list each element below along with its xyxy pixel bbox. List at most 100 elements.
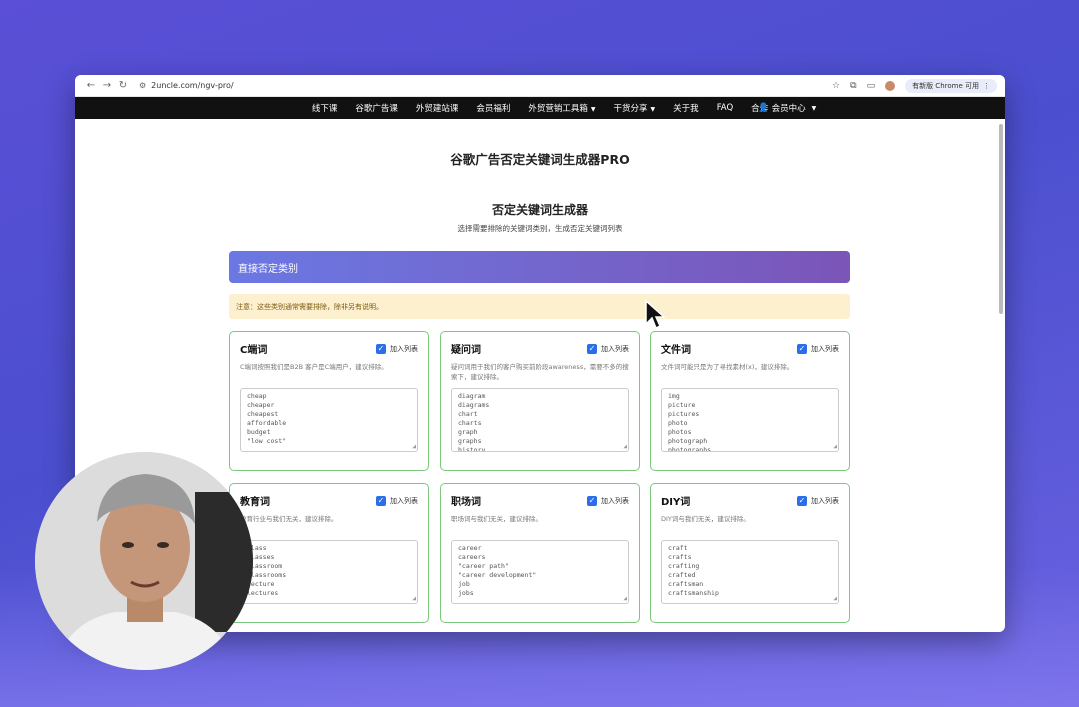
- resize-handle-icon[interactable]: ◢: [412, 594, 416, 603]
- generator-title: 否定关键词生成器: [491, 203, 588, 217]
- add-to-list-label: 加入列表: [390, 496, 418, 505]
- bookmark-star-icon[interactable]: ☆: [832, 81, 840, 91]
- forward-icon[interactable]: →: [99, 80, 115, 91]
- keywords-textarea[interactable]: cheap cheaper cheapest affordable budget…: [240, 388, 418, 452]
- mouse-cursor-icon: [645, 300, 665, 330]
- category-card-c-end: C端词 ✓ 加入列表 C端词按照我们是B2B 客户是C端用户，建议排除。 che…: [229, 331, 429, 471]
- keyword-line: classroom: [247, 562, 283, 570]
- keyword-line: craftsman: [668, 580, 704, 588]
- keyword-line: photographs: [668, 446, 712, 452]
- keyword-line: lecture: [247, 580, 275, 588]
- add-to-list-checkbox[interactable]: ✓ 加入列表: [376, 495, 418, 506]
- card-title: C端词: [240, 345, 268, 356]
- keyword-line: lectures: [247, 589, 279, 597]
- keywords-textarea[interactable]: career careers "career path" "career dev…: [451, 540, 629, 604]
- category-card-education: 教育词 ✓ 加入列表 教育行业与我们无关，建议排除。 class classes…: [229, 483, 429, 623]
- extensions-icon[interactable]: ⧉: [850, 81, 856, 91]
- keyword-line: photograph: [668, 437, 708, 445]
- keyword-line: class: [247, 544, 267, 552]
- add-to-list-label: 加入列表: [390, 344, 418, 353]
- profile-avatar[interactable]: [885, 80, 896, 91]
- keyword-line: crafted: [668, 571, 696, 579]
- nav-item-about[interactable]: 关于我: [673, 102, 699, 114]
- keyword-line: classes: [247, 553, 275, 561]
- keyword-line: cheaper: [247, 401, 275, 409]
- nav-item-site-building[interactable]: 外贸建站课: [416, 102, 459, 114]
- back-icon[interactable]: ←: [83, 80, 99, 91]
- keyword-line: picture: [668, 401, 696, 409]
- caret-down-icon: ▼: [590, 106, 596, 113]
- resize-handle-icon[interactable]: ◢: [623, 442, 627, 451]
- keyword-line: chart: [458, 410, 478, 418]
- add-to-list-checkbox[interactable]: ✓ 加入列表: [587, 343, 629, 354]
- sidepanel-icon[interactable]: ▭: [867, 81, 876, 91]
- keyword-line: diagram: [458, 392, 486, 400]
- keyword-line: pictures: [668, 410, 700, 418]
- keyword-line: crafting: [668, 562, 700, 570]
- card-title: 教育词: [240, 497, 270, 508]
- nav-item-toolbox-label: 外贸营销工具箱: [528, 104, 588, 114]
- card-title: DIY词: [661, 497, 691, 508]
- page-title: 谷歌广告否定关键词生成器PRO: [450, 152, 630, 167]
- member-center-menu[interactable]: 👤 会员中心 ▼: [758, 102, 816, 114]
- nav-item-toolbox[interactable]: 外贸营销工具箱 ▼: [528, 102, 595, 114]
- kebab-menu-icon: ⋮: [983, 81, 990, 90]
- keywords-textarea[interactable]: craft crafts crafting crafted craftsman …: [661, 540, 839, 604]
- keywords-textarea[interactable]: diagram diagrams chart charts graph grap…: [451, 388, 629, 452]
- address-bar[interactable]: ⚙ 2uncle.com/ngv-pro/: [139, 81, 832, 90]
- checkmark-icon: ✓: [376, 343, 386, 354]
- keyword-line: photo: [668, 419, 688, 427]
- add-to-list-checkbox[interactable]: ✓ 加入列表: [587, 495, 629, 506]
- keyword-line: career: [458, 544, 482, 552]
- reload-icon[interactable]: ↻: [115, 80, 131, 91]
- category-card-file: 文件词 ✓ 加入列表 文件词可能只是为了寻找素材(x)，建议排除。 img pi…: [650, 331, 850, 471]
- category-header-label: 直接否定类别: [238, 263, 298, 275]
- add-to-list-label: 加入列表: [601, 496, 629, 505]
- card-description: C端词按照我们是B2B 客户是C端用户，建议排除。: [240, 363, 388, 371]
- nav-item-articles[interactable]: 干货分享 ▼: [614, 102, 656, 114]
- resize-handle-icon[interactable]: ◢: [412, 442, 416, 451]
- nav-item-google-ads[interactable]: 谷歌广告课: [355, 102, 398, 114]
- card-description: DIY词与我们无关，建议排除。: [661, 515, 750, 523]
- keyword-line: affordable: [247, 419, 287, 427]
- keyword-line: classrooms: [247, 571, 287, 579]
- add-to-list-checkbox[interactable]: ✓ 加入列表: [376, 343, 418, 354]
- keywords-textarea[interactable]: img picture pictures photo photos photog…: [661, 388, 839, 452]
- checkmark-icon: ✓: [587, 343, 597, 354]
- keyword-line: charts: [458, 419, 482, 427]
- update-chrome-chip[interactable]: 有新版 Chrome 可用 ⋮: [905, 78, 997, 93]
- keyword-line: careers: [458, 553, 486, 561]
- category-card-career: 职场词 ✓ 加入列表 职场词与我们无关，建议排除。 career careers…: [440, 483, 640, 623]
- card-description: 职场词与我们无关，建议排除。: [451, 515, 542, 523]
- keyword-line: crafts: [668, 553, 692, 561]
- notice-banner: 注意：这些类别通常需要排除，除非另有说明。: [229, 294, 850, 319]
- keyword-line: job: [458, 580, 470, 588]
- keywords-textarea[interactable]: class classes classroom classrooms lectu…: [240, 540, 418, 604]
- keyword-line: "low cost": [247, 437, 287, 445]
- add-to-list-checkbox[interactable]: ✓ 加入列表: [797, 343, 839, 354]
- add-to-list-label: 加入列表: [811, 496, 839, 505]
- update-chrome-label: 有新版 Chrome 可用: [912, 81, 979, 90]
- card-description: 教育行业与我们无关，建议排除。: [240, 515, 338, 523]
- keyword-line: cheapest: [247, 410, 279, 418]
- resize-handle-icon[interactable]: ◢: [833, 594, 837, 603]
- add-to-list-checkbox[interactable]: ✓ 加入列表: [797, 495, 839, 506]
- add-to-list-label: 加入列表: [811, 344, 839, 353]
- keyword-line: graphs: [458, 437, 482, 445]
- checkmark-icon: ✓: [797, 495, 807, 506]
- card-description: 疑问词用于我们的客户购买前阶段awareness，需要不多的搜索下，建议排除。: [451, 363, 629, 381]
- notice-text: 注意：这些类别通常需要排除，除非另有说明。: [236, 302, 383, 311]
- nav-item-articles-label: 干货分享: [613, 104, 648, 114]
- nav-item-offline[interactable]: 线下课: [312, 102, 338, 114]
- nav-item-member-benefits[interactable]: 会员福利: [476, 102, 510, 114]
- card-description: 文件词可能只是为了寻找素材(x)，建议排除。: [661, 363, 794, 371]
- keyword-line: jobs: [458, 589, 474, 597]
- card-title: 疑问词: [451, 345, 481, 356]
- resize-handle-icon[interactable]: ◢: [833, 442, 837, 451]
- resize-handle-icon[interactable]: ◢: [623, 594, 627, 603]
- nav-item-faq[interactable]: FAQ: [717, 103, 733, 113]
- keyword-line: "career development": [458, 571, 537, 579]
- browser-toolbar: ← → ↻ ⚙ 2uncle.com/ngv-pro/ ☆ ⧉ ▭ 有新版 Ch…: [75, 75, 1005, 97]
- keyword-line: history: [458, 446, 486, 452]
- site-info-icon[interactable]: ⚙: [139, 81, 146, 90]
